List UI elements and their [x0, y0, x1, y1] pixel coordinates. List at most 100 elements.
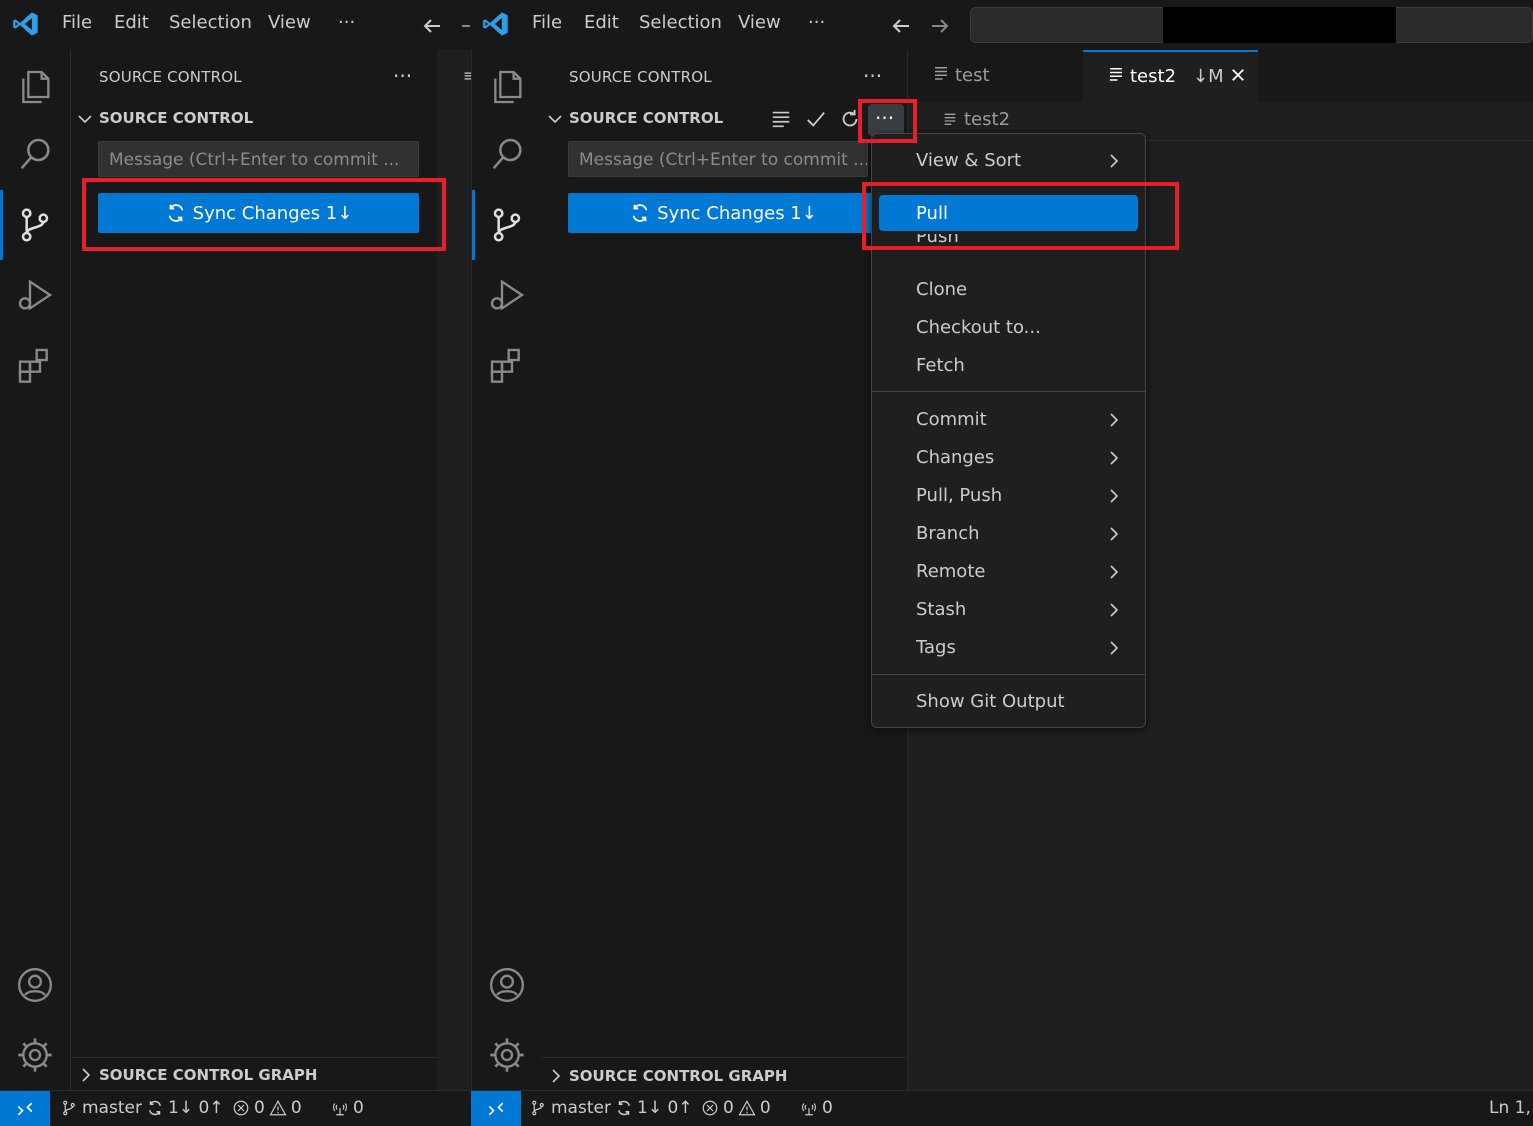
branch-status[interactable]: master	[60, 1098, 142, 1118]
explorer-icon[interactable]	[487, 67, 527, 107]
tab-label: test2	[1130, 66, 1177, 87]
remote-indicator[interactable]	[471, 1091, 521, 1126]
chevron-right-icon[interactable]	[549, 1068, 563, 1084]
warning-count: 0	[759, 1098, 771, 1118]
active-indicator	[0, 190, 3, 260]
remote-indicator[interactable]	[0, 1091, 50, 1126]
chevron-right-icon	[1110, 451, 1119, 465]
menu-item-stash[interactable]: Stash	[872, 592, 1145, 628]
sync-changes-button[interactable]: Sync Changes 1↓	[568, 193, 878, 233]
arrow-left-icon[interactable]	[420, 14, 444, 38]
settings-gear-icon[interactable]	[15, 1035, 55, 1075]
highlight-more-actions	[858, 99, 917, 143]
run-debug-icon[interactable]	[15, 275, 55, 315]
tab-test2[interactable]: test2 ↓M	[1083, 50, 1258, 102]
status-bar: master 1↓ 0↑ 0 0 0	[0, 1090, 471, 1126]
menu-more[interactable]: ···	[808, 12, 825, 33]
problems-status[interactable]: 0 0	[232, 1098, 302, 1118]
problems-status[interactable]: 0 0	[701, 1098, 771, 1118]
commit-message-input[interactable]: Message (Ctrl+Enter to commit ...	[568, 141, 868, 177]
menu-item-tags[interactable]: Tags	[872, 630, 1145, 666]
more-actions-icon[interactable]: ···	[863, 64, 882, 88]
sidebar-title: SOURCE CONTROL	[569, 68, 712, 86]
menu-separator	[872, 674, 1145, 675]
breadcrumb-file[interactable]: test2	[964, 109, 1010, 130]
redacted-area	[1163, 7, 1396, 43]
search-icon[interactable]	[15, 135, 55, 175]
menu-edit[interactable]: Edit	[114, 12, 149, 33]
ports-icon	[333, 1103, 347, 1116]
tab-test[interactable]: test	[908, 50, 1083, 102]
ports-count: 0	[353, 1098, 364, 1118]
run-debug-icon[interactable]	[487, 275, 527, 315]
ports-status[interactable]: 0	[331, 1098, 364, 1118]
menu-file[interactable]: File	[532, 12, 562, 33]
menu-item-pull-push[interactable]: Pull, Push	[872, 478, 1145, 514]
chevron-down-icon[interactable]	[547, 111, 563, 127]
branch-icon	[63, 1100, 75, 1116]
menu-view[interactable]: View	[268, 12, 311, 33]
sync-icon	[149, 1100, 161, 1116]
section-title[interactable]: SOURCE CONTROL	[99, 109, 253, 127]
search-icon[interactable]	[487, 135, 527, 175]
cursor-position[interactable]: Ln 1, C	[1489, 1098, 1533, 1118]
arrow-right-icon[interactable]	[458, 14, 470, 38]
menu-item-clone[interactable]: Clone	[872, 272, 1145, 308]
menu-item-changes[interactable]: Changes	[872, 440, 1145, 476]
menu-item-branch[interactable]: Branch	[872, 516, 1145, 552]
sync-changes-label: Sync Changes 1↓	[657, 202, 817, 224]
source-control-graph-section[interactable]: SOURCE CONTROL GRAPH	[99, 1066, 317, 1084]
chevron-right-icon[interactable]	[79, 1067, 93, 1083]
sync-status[interactable]: 1↓ 0↑	[146, 1098, 224, 1118]
sync-counts: 1↓ 0↑	[637, 1098, 693, 1118]
ports-status[interactable]: 0	[800, 1098, 833, 1118]
source-control-graph-section[interactable]: SOURCE CONTROL GRAPH	[569, 1067, 787, 1085]
more-actions-icon[interactable]: ···	[393, 64, 412, 88]
check-icon[interactable]	[805, 108, 827, 130]
menu-more[interactable]: ···	[338, 12, 355, 33]
branch-name: master	[551, 1098, 611, 1118]
menu-selection[interactable]: Selection	[639, 12, 722, 33]
error-count: 0	[723, 1098, 734, 1118]
menu-item-remote[interactable]: Remote	[872, 554, 1145, 590]
branch-name: master	[82, 1098, 142, 1118]
activity-bar	[0, 50, 71, 1090]
chevron-right-icon	[1110, 527, 1119, 541]
explorer-icon[interactable]	[15, 67, 55, 107]
section-title[interactable]: SOURCE CONTROL	[569, 109, 723, 127]
arrow-left-icon[interactable]	[889, 14, 913, 38]
menu-item-view-sort[interactable]: View & Sort	[872, 143, 1145, 179]
sync-status[interactable]: 1↓ 0↑	[615, 1098, 693, 1118]
sidebar-title: SOURCE CONTROL	[99, 68, 242, 86]
view-as-list-icon[interactable]	[770, 108, 792, 130]
chevron-right-icon	[1110, 154, 1119, 168]
extensions-icon[interactable]	[487, 345, 527, 385]
arrow-right-icon[interactable]	[928, 14, 952, 38]
menu-file[interactable]: File	[62, 12, 92, 33]
menu-view[interactable]: View	[738, 12, 781, 33]
sync-counts: 1↓ 0↑	[168, 1098, 224, 1118]
menu-item-show-git-output[interactable]: Show Git Output	[872, 684, 1145, 720]
menu-item-commit[interactable]: Commit	[872, 402, 1145, 438]
extensions-icon[interactable]	[15, 345, 55, 385]
close-icon[interactable]	[1229, 66, 1247, 84]
branch-icon	[532, 1100, 544, 1116]
account-icon[interactable]	[487, 965, 527, 1005]
error-count: 0	[254, 1098, 265, 1118]
chevron-right-icon	[1110, 565, 1119, 579]
menu-item-fetch[interactable]: Fetch	[872, 348, 1145, 384]
menu-item-checkout[interactable]: Checkout to...	[872, 310, 1145, 346]
commit-message-input[interactable]: Message (Ctrl+Enter to commit ...	[98, 141, 419, 177]
source-control-icon[interactable]	[487, 205, 527, 245]
menu-edit[interactable]: Edit	[584, 12, 619, 33]
chevron-down-icon[interactable]	[77, 111, 93, 127]
menu-selection[interactable]: Selection	[169, 12, 252, 33]
account-icon[interactable]	[15, 965, 55, 1005]
status-bar: master 1↓ 0↑ 0 0 0 Ln 1, C	[471, 1090, 1533, 1126]
branch-status[interactable]: master	[529, 1098, 611, 1118]
source-control-icon[interactable]	[15, 205, 55, 245]
settings-gear-icon[interactable]	[487, 1035, 527, 1075]
file-lines-icon	[932, 64, 950, 82]
sync-icon	[632, 204, 648, 222]
warning-icon	[269, 1100, 287, 1116]
